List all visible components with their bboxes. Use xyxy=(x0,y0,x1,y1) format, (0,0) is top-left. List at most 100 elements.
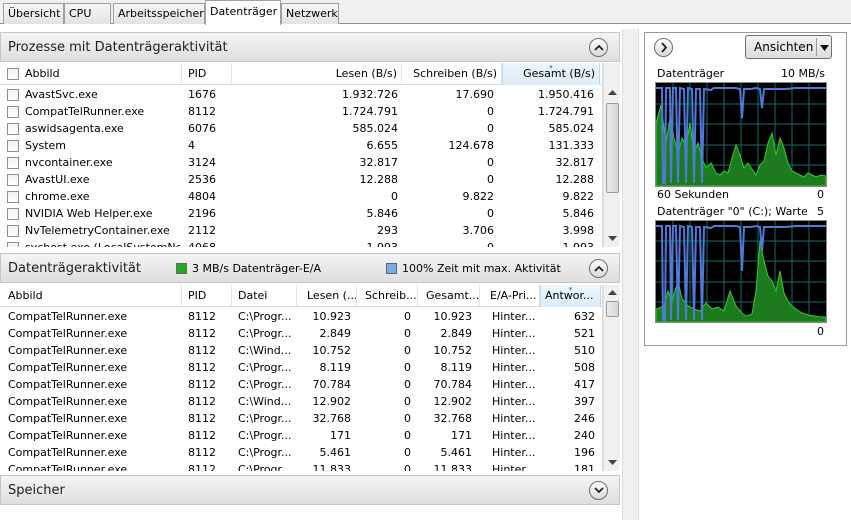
process-checkbox[interactable] xyxy=(7,123,19,135)
process-name: NVIDIA Web Helper.exe xyxy=(25,207,153,220)
activity-write: 0 xyxy=(404,463,411,471)
col-act-image[interactable]: Abbild xyxy=(0,285,182,307)
col-act-pid[interactable]: PID xyxy=(182,285,232,307)
activity-image: CompatTelRunner.exe xyxy=(8,344,128,357)
process-total: 1.993 xyxy=(502,241,595,247)
tab-disk[interactable]: Datenträger xyxy=(205,0,281,25)
tab-cpu-label: CPU xyxy=(69,7,92,20)
process-checkbox[interactable] xyxy=(7,174,19,186)
process-row[interactable]: nvcontainer.exe 3124 32.817 0 32.817 xyxy=(0,154,602,171)
activity-write: 0 xyxy=(404,378,411,391)
activity-pid: 8112 xyxy=(188,446,216,459)
scrollbar-thumb[interactable] xyxy=(606,301,619,317)
process-row[interactable]: NvTelemetryContainer.exe 2112 293 3.706 3.99… xyxy=(0,222,602,239)
process-checkbox[interactable] xyxy=(7,191,19,203)
col-pid[interactable]: PID xyxy=(182,63,232,85)
tab-cpu[interactable]: CPU xyxy=(64,3,111,24)
storage-header[interactable]: Speicher xyxy=(0,475,620,505)
process-checkbox[interactable] xyxy=(7,89,19,101)
views-dropdown[interactable]: Ansichten xyxy=(745,35,832,59)
activity-row[interactable]: CompatTelRunner.exe 8112 C:\Progr... 171 0 17… xyxy=(0,427,602,444)
activity-row[interactable]: CompatTelRunner.exe 8112 C:\Progr... 2.849 0… xyxy=(0,325,602,342)
tab-memory[interactable]: Arbeitsspeicher xyxy=(113,3,205,24)
activity-total: 70.784 xyxy=(433,378,473,391)
activity-pid: 8112 xyxy=(188,344,216,357)
process-row[interactable]: CompatTelRunner.exe 8112 1.724.791 0 1.724.7… xyxy=(0,103,602,120)
col-act-image-label: Abbild xyxy=(8,289,43,302)
activity-row[interactable]: CompatTelRunner.exe 8112 C:\Progr... 32.768… xyxy=(0,410,602,427)
activity-row[interactable]: CompatTelRunner.exe 8112 C:\Wind... 12.902 0… xyxy=(0,393,602,410)
col-act-response[interactable]: ▾ Antwor... xyxy=(540,285,601,307)
col-act-total[interactable]: Gesamt... xyxy=(418,285,480,307)
activity-priority: Hinter... xyxy=(492,463,536,471)
process-row[interactable]: AvastSvc.exe 1676 1.932.726 17.690 1.950.416 xyxy=(0,86,602,103)
activity-read: 70.784 xyxy=(312,378,352,391)
col-image[interactable]: Abbild xyxy=(0,63,182,85)
activity-scrollbar[interactable] xyxy=(603,285,620,471)
col-act-priority[interactable]: E/A-Pri... xyxy=(480,285,540,307)
graphs-panel: Ansichten Datenträger 10 MB/s 60 Sekunde… xyxy=(644,32,847,346)
processes-scrollbar[interactable] xyxy=(603,63,620,247)
disk-queue-graph-plot xyxy=(655,221,827,323)
activity-write: 0 xyxy=(404,446,411,459)
col-act-file[interactable]: Datei xyxy=(232,285,297,307)
process-checkbox[interactable] xyxy=(7,157,19,169)
chevron-up-icon xyxy=(594,44,604,51)
activity-response: 632 xyxy=(574,310,595,323)
scroll-down-button[interactable] xyxy=(605,455,620,470)
activity-row[interactable]: CompatTelRunner.exe 8112 C:\Progr... 10.923… xyxy=(0,308,602,325)
io-legend-swatch xyxy=(176,263,187,274)
process-checkbox[interactable] xyxy=(7,225,19,237)
activity-image: CompatTelRunner.exe xyxy=(8,395,128,408)
activity-total: 2.849 xyxy=(440,327,473,340)
col-read[interactable]: Lesen (B/s) xyxy=(232,63,402,85)
chevron-down-icon xyxy=(594,487,604,494)
col-total[interactable]: ▾ Gesamt (B/s) xyxy=(502,63,600,85)
expand-storage-button[interactable] xyxy=(589,481,608,500)
scroll-up-button[interactable] xyxy=(605,285,620,300)
process-checkbox[interactable] xyxy=(7,208,19,220)
collapse-graphs-button[interactable] xyxy=(654,38,673,57)
process-pid: 2112 xyxy=(188,224,216,237)
process-row[interactable]: svchost.exe (LocalSystemNet...40681.9930… xyxy=(0,239,602,247)
graph1-label: Datenträger xyxy=(657,67,725,80)
process-row[interactable]: aswidsagenta.exe 6076 585.024 0 585.024 xyxy=(0,120,602,137)
activity-row[interactable]: CompatTelRunner.exe 8112 C:\Wind... 10.752 0… xyxy=(0,342,602,359)
processes-grid: Abbild PID Lesen (B/s) Schreiben (B/s) ▾… xyxy=(0,63,603,247)
processes-header[interactable]: Prozesse mit Datenträgeraktivität xyxy=(0,32,620,62)
process-checkbox[interactable] xyxy=(7,106,19,118)
activity-row[interactable]: CompatTelRunner.exe 8112 C:\Progr... 11.833… xyxy=(0,461,602,471)
process-name: CompatTelRunner.exe xyxy=(25,105,145,118)
activity-pid: 8112 xyxy=(188,361,216,374)
collapse-processes-button[interactable] xyxy=(589,38,608,57)
activity-response: 196 xyxy=(574,446,595,459)
process-row[interactable]: AvastUI.exe 2536 12.288 0 12.288 xyxy=(0,171,602,188)
activity-row[interactable]: CompatTelRunner.exe 8112 C:\Progr... 5.461 0… xyxy=(0,444,602,461)
activity-priority: Hinter... xyxy=(492,412,536,425)
scrollbar-thumb[interactable] xyxy=(606,103,619,193)
col-act-write[interactable]: Schreib... xyxy=(357,285,418,307)
panel-splitter[interactable] xyxy=(622,29,639,520)
scroll-down-button[interactable] xyxy=(605,231,620,246)
activity-read: 171 xyxy=(330,429,351,442)
activity-header[interactable]: Datenträgeraktivität 3 MB/s Datenträger-… xyxy=(0,253,620,283)
process-name: nvcontainer.exe xyxy=(25,156,113,169)
scroll-up-button[interactable] xyxy=(605,85,620,100)
tab-network[interactable]: Netzwerk xyxy=(281,3,339,24)
activity-row[interactable]: CompatTelRunner.exe 8112 C:\Progr... 70.784… xyxy=(0,376,602,393)
col-write[interactable]: Schreiben (B/s) xyxy=(402,63,502,85)
process-checkbox[interactable] xyxy=(7,242,19,247)
process-row[interactable]: chrome.exe 4804 0 9.822 9.822 xyxy=(0,188,602,205)
process-checkbox[interactable] xyxy=(7,140,19,152)
activity-image: CompatTelRunner.exe xyxy=(8,378,128,391)
activity-pid: 8112 xyxy=(188,412,216,425)
collapse-activity-button[interactable] xyxy=(589,259,608,278)
col-act-read[interactable]: Lesen (... xyxy=(297,285,357,307)
activity-row[interactable]: CompatTelRunner.exe 8112 C:\Progr... 8.119 0… xyxy=(0,359,602,376)
activity-priority: Hinter... xyxy=(492,361,536,374)
tab-overview[interactable]: Übersicht xyxy=(3,3,64,24)
activity-file: C:\Progr... xyxy=(238,412,292,425)
process-row[interactable]: System 4 6.655 124.678 131.333 xyxy=(0,137,602,154)
col-act-total-label: Gesamt... xyxy=(426,289,480,302)
process-row[interactable]: NVIDIA Web Helper.exe 2196 5.846 0 5.846 xyxy=(0,205,602,222)
